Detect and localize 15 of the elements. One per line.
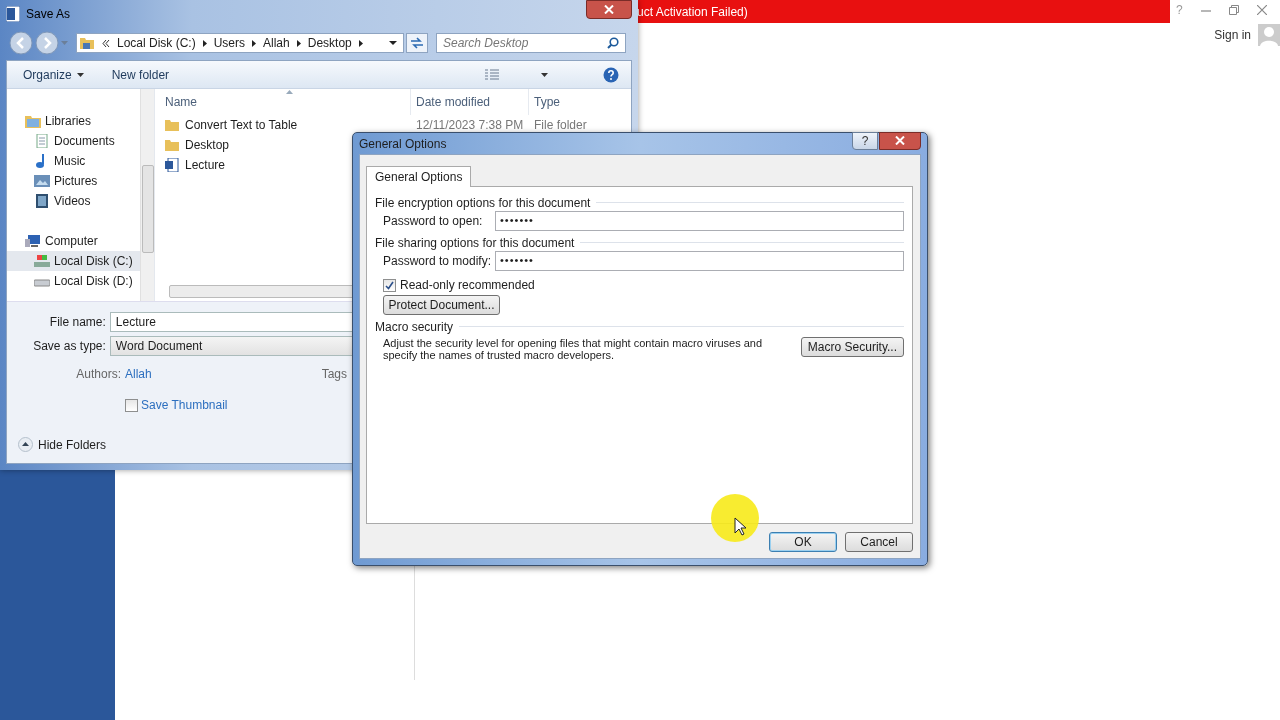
table-cell-text: File folder: [533, 118, 587, 132]
description-text: Adjust the security level for opening files that might contain macro viruses and specify the names of trusted macro developers.: [383, 337, 764, 361]
window-title: Save As: [26, 7, 71, 21]
field-label: File name:: [48, 315, 107, 329]
dialog-title: General Options: [359, 136, 447, 151]
table-cell-text: 12/11/2023 7:38 PM: [415, 118, 525, 132]
field-label: Password to modify:: [383, 254, 493, 268]
window-title: uct Activation Failed): [637, 4, 748, 19]
field-label: Password to open:: [383, 214, 484, 228]
field-label: Tags: [321, 367, 348, 381]
field-label: Authors:: [75, 367, 122, 381]
section-heading: File encryption options for this document: [375, 195, 591, 210]
field-label: Save as type:: [32, 339, 107, 353]
section-heading: Macro security: [375, 319, 454, 334]
section-heading: File sharing options for this document: [375, 235, 575, 250]
